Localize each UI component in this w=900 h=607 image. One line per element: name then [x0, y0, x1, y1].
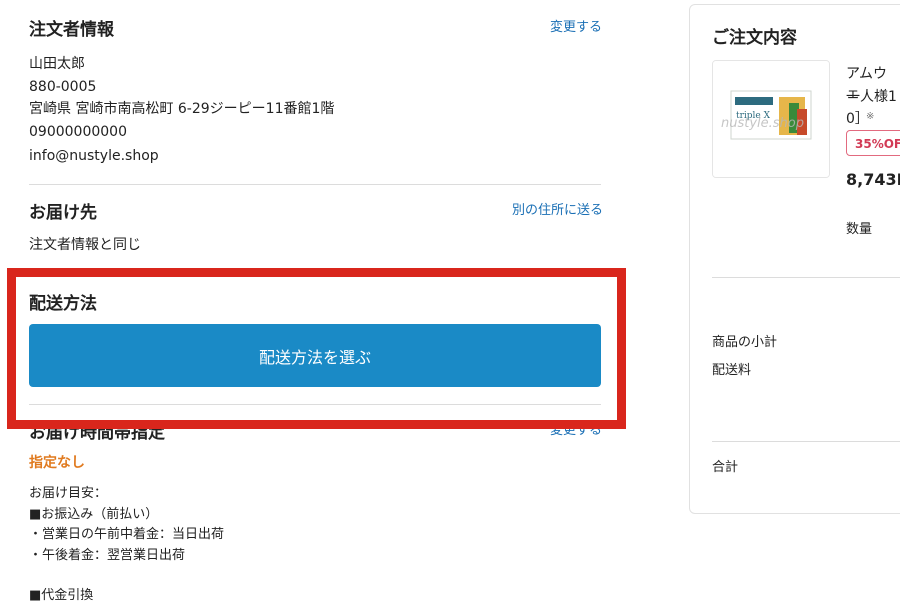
product-image: triple X nustyle.shop	[713, 61, 829, 177]
orderer-change-link[interactable]: 変更する	[550, 16, 602, 35]
delivery-time-title: お届け時間帯指定	[29, 423, 165, 443]
product-name-line2: 一人様1	[846, 89, 897, 105]
subtotal-label: 商品の小計	[712, 335, 778, 350]
delivery-time-change-link[interactable]: 変更する	[550, 419, 602, 438]
shipping-fee-label: 配送料	[712, 363, 752, 378]
orderer-postal-code: 880-0005	[29, 79, 97, 95]
quantity-label: 数量	[846, 222, 873, 237]
watermark-text: nustyle.shop	[721, 116, 804, 131]
delivery-time-value: 指定なし	[29, 455, 85, 471]
select-shipping-method-label: 配送方法を選ぶ	[258, 347, 371, 367]
orderer-title: 注文者情報	[29, 20, 114, 40]
orderer-phone: 09000000000	[29, 124, 127, 140]
delivery-note-bank-transfer: ■お振込み（前払い）	[29, 507, 159, 522]
divider	[712, 277, 900, 278]
select-shipping-method-button[interactable]: 配送方法を選ぶ	[29, 324, 601, 387]
product-price: 8,743F	[846, 170, 900, 189]
delivery-note-morning: ・営業日の午前中着金：当日出荷	[29, 527, 225, 542]
divider	[29, 404, 601, 405]
product-note-asterisk: ※	[866, 111, 875, 122]
orderer-name: 山田太郎	[29, 56, 85, 72]
total-label: 合計	[712, 460, 739, 475]
divider	[29, 184, 601, 185]
delivery-address-value: 注文者情報と同じ	[29, 237, 141, 253]
delivery-note-afternoon: ・午後着金：翌営業日出荷	[29, 548, 186, 563]
delivery-note-heading: お届け目安：	[29, 486, 108, 501]
shipping-method-title: 配送方法	[29, 294, 97, 314]
delivery-address-change-link[interactable]: 別の住所に送る	[512, 199, 603, 218]
discount-badge: 35%OF	[846, 130, 900, 156]
order-summary-title: ご注文内容	[712, 28, 797, 48]
product-thumbnail[interactable]: triple X nustyle.shop	[712, 60, 830, 178]
orderer-address: 宮崎県 宮崎市南高松町 6-29ジーピー11番館1階	[29, 101, 335, 117]
delivery-address-title: お届け先	[29, 203, 97, 223]
delivery-note-cod: ■代金引換	[29, 588, 94, 603]
divider	[712, 441, 900, 442]
orderer-email: info@nustyle.shop	[29, 148, 159, 164]
